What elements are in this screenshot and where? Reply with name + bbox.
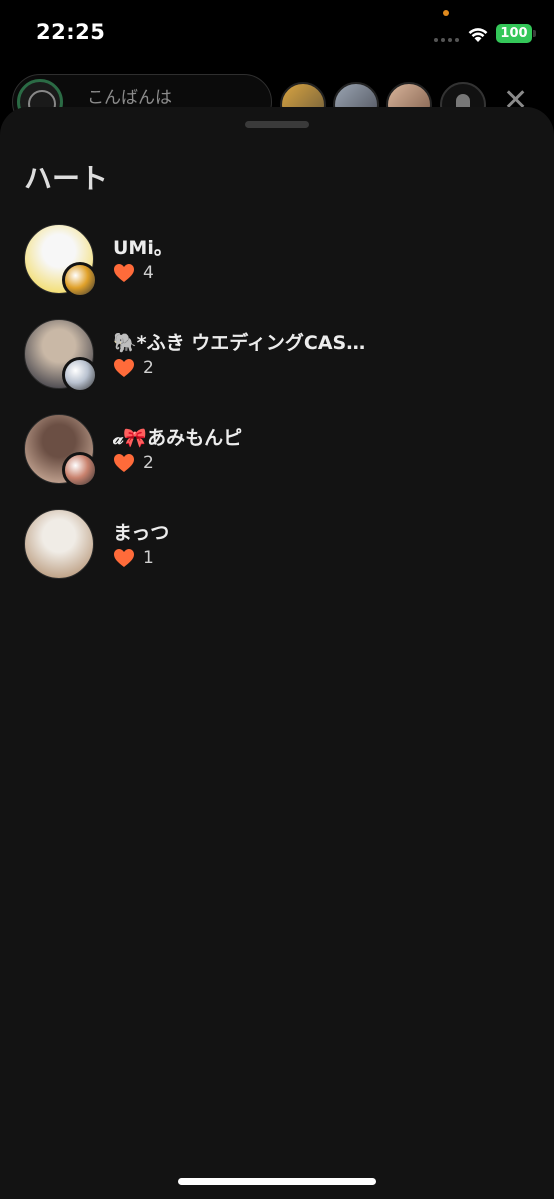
user-list: UMi。 4 🐘*ふき ウエディングCAS… 2 𝒶🎀あみもんピ 2 まっつ 1 bbox=[0, 222, 554, 602]
heart-count: 4 bbox=[113, 263, 154, 283]
wifi-icon bbox=[468, 28, 488, 42]
battery-indicator: 100 bbox=[496, 24, 536, 43]
user-name: UMi。 bbox=[113, 237, 173, 259]
heart-count: 1 bbox=[113, 548, 154, 568]
heart-count: 2 bbox=[113, 358, 154, 378]
sheet-title: ハート bbox=[24, 162, 109, 195]
heart-count-value: 4 bbox=[143, 263, 154, 283]
heart-count-value: 2 bbox=[143, 453, 154, 473]
host-greeting: こんばんは bbox=[87, 88, 172, 108]
gift-badge-icon bbox=[62, 452, 98, 488]
list-item[interactable]: UMi。 4 bbox=[0, 222, 554, 317]
status-time: 22:25 bbox=[36, 20, 106, 44]
sheet-grabber[interactable] bbox=[245, 121, 309, 128]
heart-count-value: 2 bbox=[143, 358, 154, 378]
user-name: まっつ bbox=[113, 522, 170, 544]
list-item[interactable]: 🐘*ふき ウエディングCAS… 2 bbox=[0, 317, 554, 412]
gift-badge-icon bbox=[62, 262, 98, 298]
status-bar: 22:25 100 bbox=[0, 0, 554, 66]
list-item[interactable]: まっつ 1 bbox=[0, 507, 554, 602]
heart-icon bbox=[114, 454, 134, 472]
user-name: 🐘*ふき ウエディングCAS… bbox=[113, 332, 366, 354]
user-name: 𝒶🎀あみもんピ bbox=[113, 427, 243, 449]
heart-icon bbox=[114, 549, 134, 567]
heart-count: 2 bbox=[113, 453, 154, 473]
list-item[interactable]: 𝒶🎀あみもんピ 2 bbox=[0, 412, 554, 507]
gift-badge-icon bbox=[62, 357, 98, 393]
heart-count-value: 1 bbox=[143, 548, 154, 568]
screen: 22:25 100 こんばんは ✕ ハート UMi。 4 🐘*ふき ウエディング… bbox=[0, 0, 554, 1199]
cellular-signal-icon bbox=[434, 38, 459, 42]
hearts-sheet: ハート UMi。 4 🐘*ふき ウエディングCAS… 2 𝒶🎀あみもんピ 2 ま… bbox=[0, 107, 554, 1199]
home-indicator[interactable] bbox=[178, 1178, 376, 1185]
avatar[interactable] bbox=[24, 509, 94, 579]
privacy-indicator-dot bbox=[443, 10, 449, 16]
heart-icon bbox=[114, 264, 134, 282]
heart-icon bbox=[114, 359, 134, 377]
